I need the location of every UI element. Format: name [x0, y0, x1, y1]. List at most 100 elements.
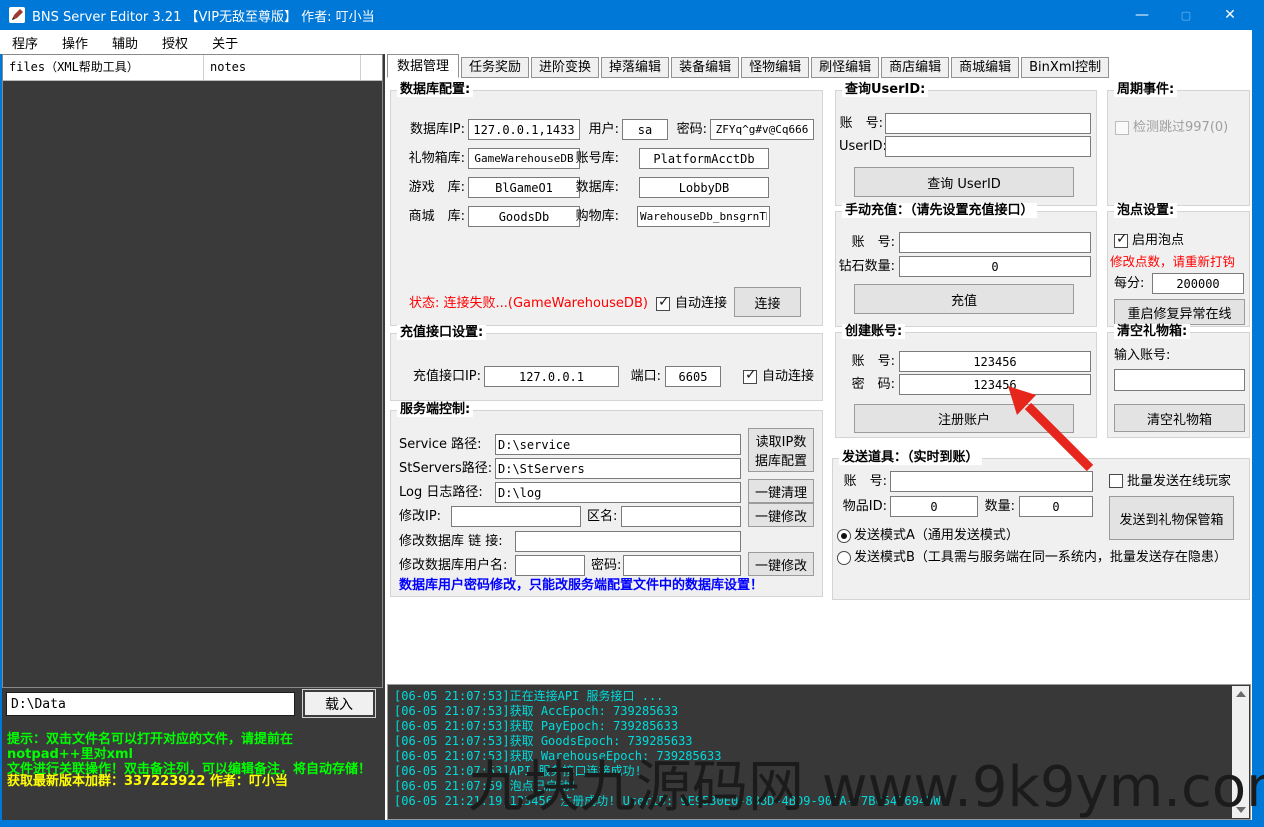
tab-task-reward[interactable]: 任务奖励 [461, 57, 529, 78]
menu-bar: 程序 操作 辅助 授权 关于 [0, 30, 1252, 54]
tab-mall-edit[interactable]: 商城编辑 [951, 57, 1019, 78]
tab-monster-edit[interactable]: 怪物编辑 [741, 57, 809, 78]
manual-account-input[interactable] [899, 232, 1091, 253]
tab-spawn-edit[interactable]: 刷怪编辑 [811, 57, 879, 78]
query-userid-button[interactable]: 查询 UserID [854, 167, 1074, 197]
file-list-panel: files（XML帮助工具） notes 载入 提示：双击文件名可以打开对应的文… [2, 54, 385, 820]
data-path-input[interactable] [6, 692, 295, 716]
create-account-input[interactable] [899, 351, 1091, 372]
log-line: [06-05 21:07:53]获取 PayEpoch: 739285633 [394, 719, 1230, 734]
tab-drop-edit[interactable]: 掉落编辑 [601, 57, 669, 78]
gift-db-input[interactable] [468, 148, 580, 169]
log-path-label: Log 日志路径: [399, 482, 494, 503]
log-path-input[interactable] [495, 482, 741, 503]
minimize-icon[interactable]: — [1120, 0, 1164, 30]
scroll-up-icon[interactable] [1236, 691, 1246, 697]
send-account-input[interactable] [890, 471, 1093, 492]
shop-db-label: 购物库: [573, 206, 619, 227]
connect-button[interactable]: 连接 [734, 287, 801, 317]
manual-account-label: 账 号: [841, 232, 895, 253]
enable-paodian-checkbox[interactable] [1114, 234, 1128, 248]
maximize-icon: ▢ [1164, 0, 1208, 30]
diamond-qty-input[interactable] [899, 256, 1091, 277]
db-ip-input[interactable] [468, 119, 580, 140]
per-minute-input[interactable] [1152, 273, 1244, 294]
recharge-ip-input[interactable] [484, 366, 619, 387]
tab-shop-edit[interactable]: 商店编辑 [881, 57, 949, 78]
qq-group-text: 获取最新版本加群：337223922 作者：叮小当 [7, 770, 379, 789]
file-list-header: files（XML帮助工具） notes [3, 55, 382, 81]
zone-input[interactable] [621, 506, 741, 527]
recharge-port-input[interactable] [665, 366, 721, 387]
query-account-input[interactable] [885, 113, 1091, 134]
group-period-event: 周期事件: 检测跳过997(0) [1107, 90, 1250, 206]
menu-item-program[interactable]: 程序 [0, 33, 50, 52]
db-username-input[interactable] [515, 555, 585, 576]
acct-db-input[interactable] [639, 148, 769, 169]
tab-advance-change[interactable]: 进阶变换 [531, 57, 599, 78]
batch-send-label: 批量发送在线玩家 [1127, 471, 1231, 492]
send-to-giftbox-button[interactable]: 发送到礼物保管箱 [1109, 496, 1234, 540]
close-icon[interactable]: ✕ [1208, 0, 1252, 30]
group-paodian: 泡点设置: 启用泡点 修改点数，请重新打钩 每分: 重启修复异常在线 [1107, 211, 1250, 327]
game-db-input[interactable] [468, 177, 580, 198]
item-id-label: 物品ID: [837, 496, 887, 517]
query-account-label: 账 号: [839, 113, 883, 134]
group-title-server-control: 服务端控制: [397, 402, 473, 417]
log-line: [06-05 21:07:53]获取 AccEpoch: 739285633 [394, 704, 1230, 719]
tab-binxml[interactable]: BinXml控制 [1021, 57, 1109, 78]
gift-db-label: 礼物箱库: [399, 148, 465, 169]
send-mode-b-radio[interactable] [837, 551, 851, 565]
load-button[interactable]: 载入 [303, 690, 375, 717]
register-button[interactable]: 注册账户 [854, 404, 1074, 433]
menu-item-authorize[interactable]: 授权 [150, 33, 200, 52]
read-ip-db-button[interactable]: 读取IP数据库配置 [748, 428, 814, 472]
db-status-text: 状态: 连接失败...(GameWarehouseDB) [409, 293, 648, 314]
data-db-input[interactable] [639, 177, 769, 198]
group-title-query-userid: 查询UserID: [842, 82, 928, 97]
db-auto-connect-checkbox[interactable] [656, 297, 670, 311]
log-line: [06-05 21:07:53]正在连接API 服务接口 ... [394, 689, 1230, 704]
tab-data-manage[interactable]: 数据管理 [387, 54, 459, 78]
create-password-input[interactable] [899, 374, 1091, 395]
mall-db-input[interactable] [468, 206, 580, 227]
skip-997-checkbox [1115, 121, 1129, 135]
file-list: files（XML帮助工具） notes [2, 54, 383, 688]
pencil-icon-glyph [11, 9, 23, 21]
shop-db-input[interactable] [637, 206, 770, 227]
stservers-path-input[interactable] [495, 458, 741, 479]
query-userid-input[interactable] [885, 136, 1091, 157]
column-header-files[interactable]: files（XML帮助工具） [3, 55, 204, 80]
group-clear-giftbox: 清空礼物箱: 输入账号: 清空礼物箱 [1107, 332, 1250, 438]
db-password2-input[interactable] [623, 555, 741, 576]
app-window: BNS Server Editor 3.21 【VIP无敌至尊版】 作者: 叮小… [0, 0, 1264, 827]
tab-equip-edit[interactable]: 装备编辑 [671, 57, 739, 78]
recharge-button[interactable]: 充值 [854, 284, 1074, 314]
batch-send-checkbox[interactable] [1109, 474, 1123, 488]
modify-button-1[interactable]: 一键修改 [748, 503, 814, 527]
menu-item-assist[interactable]: 辅助 [100, 33, 150, 52]
db-user-input[interactable] [622, 119, 668, 140]
db-link-input[interactable] [515, 531, 741, 552]
clear-giftbox-button[interactable]: 清空礼物箱 [1114, 404, 1245, 432]
diamond-qty-label: 钻石数量: [838, 256, 895, 277]
menu-item-operate[interactable]: 操作 [50, 33, 100, 52]
db-auto-connect-label: 自动连接 [675, 293, 727, 314]
column-header-notes[interactable]: notes [204, 55, 361, 80]
send-mode-a-radio[interactable] [837, 529, 851, 543]
db-password-input[interactable] [710, 119, 814, 140]
clean-button[interactable]: 一键清理 [748, 479, 814, 503]
modify-ip-input[interactable] [451, 506, 581, 527]
service-path-input[interactable] [495, 434, 741, 455]
db-password-label: 密码: [673, 119, 707, 140]
clear-giftbox-account-input[interactable] [1114, 369, 1245, 391]
restart-fix-button[interactable]: 重启修复异常在线 [1114, 299, 1245, 325]
item-qty-input[interactable] [1019, 496, 1093, 517]
recharge-auto-connect-checkbox[interactable] [743, 370, 757, 384]
recharge-auto-connect-label: 自动连接 [762, 366, 814, 387]
menu-item-about[interactable]: 关于 [200, 33, 250, 52]
item-id-input[interactable] [890, 496, 978, 517]
game-db-label: 游戏 库: [399, 177, 465, 198]
group-server-control: 服务端控制: Service 路径: 读取IP数据库配置 StServers路径… [390, 410, 823, 597]
modify-button-2[interactable]: 一键修改 [748, 552, 814, 576]
